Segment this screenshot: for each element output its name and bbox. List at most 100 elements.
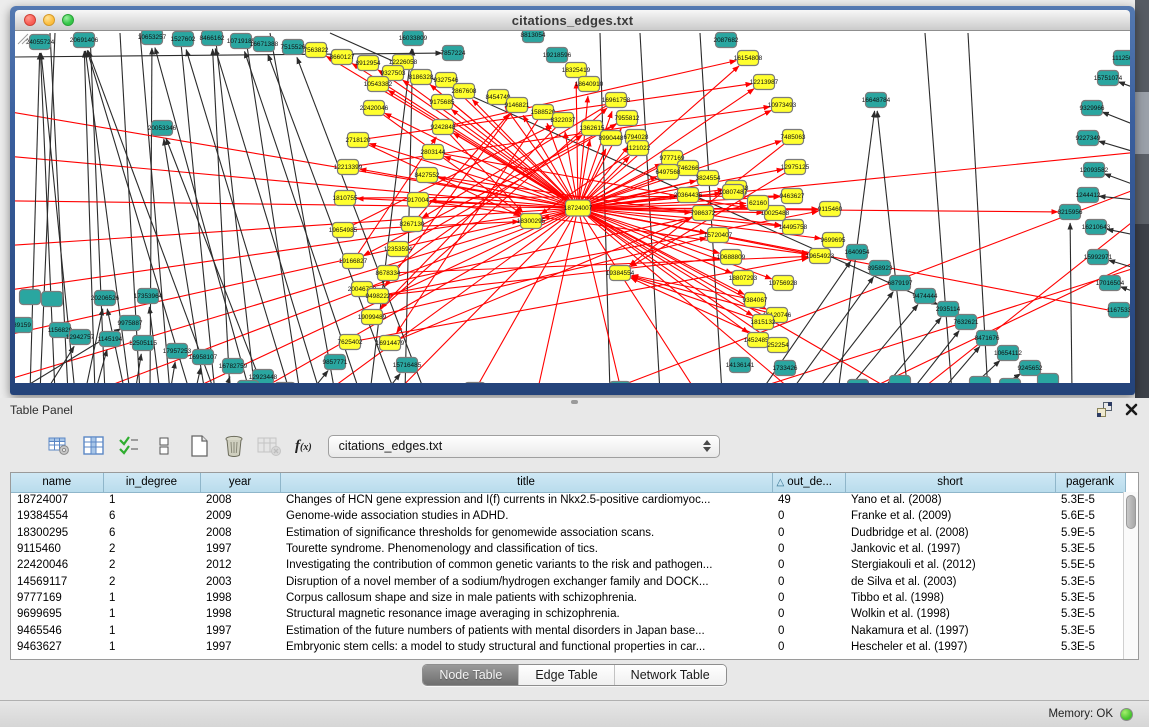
cell-name[interactable]: 14569117: [11, 573, 103, 589]
graph-node[interactable]: 1167533: [1107, 303, 1130, 318]
graph-node[interactable]: 19654923: [806, 249, 835, 264]
graph-node[interactable]: 7515526: [281, 40, 306, 55]
graph-node[interactable]: 2935114: [936, 302, 961, 317]
graph-node[interactable]: 19218596: [543, 48, 572, 63]
graph-node[interactable]: 16782759: [219, 359, 248, 374]
graph-edge[interactable]: [95, 350, 107, 383]
graph-node[interactable]: 10543382: [364, 77, 393, 92]
graph-node[interactable]: 10973493: [768, 98, 797, 113]
cell-in_degree[interactable]: 1: [103, 606, 200, 622]
graph-node[interactable]: 6497568: [656, 165, 681, 180]
graph-node[interactable]: 18807293: [729, 271, 758, 286]
cell-pagerank[interactable]: 5.6E-5: [1055, 508, 1125, 524]
graph-node[interactable]: 2718120: [346, 133, 371, 148]
close-button[interactable]: [24, 14, 36, 26]
graph-node[interactable]: 8215956: [1058, 205, 1083, 220]
graph-edge[interactable]: [1102, 112, 1130, 125]
graph-node[interactable]: 10807487: [719, 185, 748, 200]
column-header-out-degree[interactable]: △out_de...: [772, 473, 845, 492]
tab-edge-table[interactable]: Edge Table: [518, 665, 613, 685]
graph-edge[interactable]: [45, 346, 74, 383]
cell-short[interactable]: Tibbo et al. (1998): [845, 590, 1055, 606]
graph-node[interactable]: 14495758: [779, 220, 808, 235]
graph-edge[interactable]: [790, 277, 874, 383]
close-icon[interactable]: [1124, 402, 1139, 417]
graph-node[interactable]: 1121022: [626, 141, 651, 156]
network-view-window[interactable]: citations_edges.txt 24055724206914061065…: [10, 6, 1135, 395]
graph-node[interactable]: 9498222: [366, 289, 391, 304]
cell-short[interactable]: Yano et al. (2008): [845, 492, 1055, 508]
graph-edge[interactable]: [1104, 174, 1130, 185]
table-row[interactable]: 911546021997Tourette syndrome. Phenomeno…: [11, 541, 1125, 557]
graph-node[interactable]: 1112505: [1112, 51, 1130, 66]
cell-out_degree[interactable]: 0: [772, 622, 845, 638]
cell-out_degree[interactable]: 0: [772, 508, 845, 524]
cell-name[interactable]: 9777169: [11, 590, 103, 606]
column-header-year[interactable]: year: [200, 473, 280, 492]
graph-node[interactable]: 12213987: [750, 75, 779, 90]
cell-name[interactable]: 9115460: [11, 541, 103, 557]
cell-pagerank[interactable]: 5.5E-5: [1055, 557, 1125, 573]
graph-node[interactable]: 18300295: [517, 214, 546, 229]
graph-node[interactable]: [1000, 379, 1021, 384]
graph-node[interactable]: 9115460: [818, 202, 843, 217]
graph-node[interactable]: 9699695: [821, 233, 846, 248]
column-header-in-degree[interactable]: in_degree: [103, 473, 200, 492]
graph-node[interactable]: 9857771: [323, 355, 348, 370]
graph-node[interactable]: 2867608: [452, 84, 477, 99]
table-row[interactable]: 977716911998Corpus callosum shape and si…: [11, 590, 1125, 606]
table-row[interactable]: 969969511998Structural magnetic resonanc…: [11, 606, 1125, 622]
table-row[interactable]: 1938455462009Genome-wide association stu…: [11, 508, 1125, 524]
cell-short[interactable]: Jankovic et al. (1997): [845, 541, 1055, 557]
graph-edge[interactable]: [1107, 229, 1130, 235]
graph-node[interactable]: 8186328: [409, 70, 434, 85]
graph-node[interactable]: 9242848: [431, 120, 456, 135]
column-header-name[interactable]: name: [11, 473, 103, 492]
cell-out_degree[interactable]: 49: [772, 492, 845, 508]
graph-node[interactable]: 17957253: [163, 344, 192, 359]
cell-short[interactable]: Wolkin et al. (1998): [845, 606, 1055, 622]
graph-node[interactable]: 917004: [407, 193, 429, 208]
graph-node[interactable]: 12975125: [781, 160, 810, 175]
select-columns-icon[interactable]: [116, 434, 142, 458]
network-canvas[interactable]: 2405572420691406106532571527602846616210…: [15, 31, 1130, 383]
table-settings-icon[interactable]: [46, 434, 72, 458]
cell-out_degree[interactable]: 0: [772, 573, 845, 589]
graph-node[interactable]: 16210643: [1082, 220, 1111, 235]
graph-node[interactable]: 8322037: [551, 113, 576, 128]
graph-node[interactable]: 16671388: [250, 37, 279, 52]
graph-node[interactable]: 1733426: [773, 361, 798, 376]
cell-in_degree[interactable]: 1: [103, 639, 200, 655]
cell-year[interactable]: 1998: [200, 590, 280, 606]
graph-node[interactable]: 9227349: [1076, 131, 1101, 146]
graph-edge[interactable]: [1099, 196, 1130, 200]
graph-node[interactable]: 1145194: [98, 332, 123, 347]
graph-node[interactable]: 7955812: [615, 111, 640, 126]
cell-in_degree[interactable]: 6: [103, 508, 200, 524]
citation-network-graph[interactable]: 2405572420691406106532571527602846616210…: [15, 31, 1130, 383]
graph-node[interactable]: [890, 376, 911, 384]
graph-edge[interactable]: [1109, 260, 1130, 268]
graph-node[interactable]: 20053346: [148, 121, 177, 136]
cell-in_degree[interactable]: 2: [103, 541, 200, 557]
graph-node[interactable]: 16033809: [399, 31, 428, 46]
graph-edge[interactable]: [15, 208, 578, 350]
cell-year[interactable]: 2009: [200, 508, 280, 524]
graph-node[interactable]: 9463627: [780, 189, 805, 204]
graph-edge[interactable]: [245, 33, 300, 383]
graph-node[interactable]: 8660127: [330, 50, 355, 65]
cell-title[interactable]: Structural magnetic resonance image aver…: [280, 606, 772, 622]
graph-node[interactable]: 15720407: [704, 228, 733, 243]
cell-in_degree[interactable]: 2: [103, 573, 200, 589]
graph-node[interactable]: 39159: [15, 318, 33, 333]
graph-edge[interactable]: [170, 362, 175, 383]
cell-out_degree[interactable]: 0: [772, 525, 845, 541]
cell-year[interactable]: 2008: [200, 525, 280, 541]
graph-edge[interactable]: [880, 318, 941, 383]
cell-in_degree[interactable]: 1: [103, 590, 200, 606]
cell-name[interactable]: 19384554: [11, 508, 103, 524]
graph-edge[interactable]: [910, 331, 959, 383]
graph-node[interactable]: 1815132: [751, 315, 776, 330]
graph-node[interactable]: 17353964: [134, 289, 163, 304]
graph-edge[interactable]: [310, 371, 328, 383]
